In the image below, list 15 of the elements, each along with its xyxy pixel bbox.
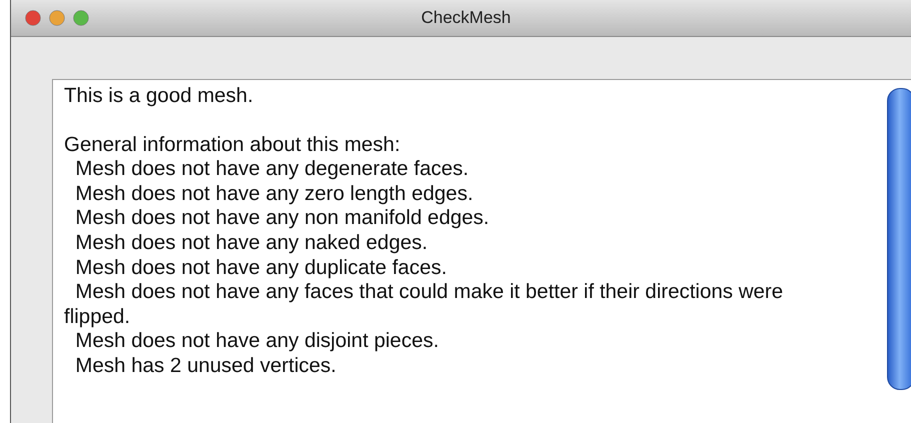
report-line: Mesh does not have any faces that could make it better if their directions were flipped. xyxy=(64,280,784,330)
report-line: Mesh does not have any degenerate faces. xyxy=(74,157,470,182)
report-line: Mesh has 2 unused vertices. xyxy=(74,354,338,379)
scrollbar-thumb[interactable] xyxy=(887,88,911,390)
report-line: Mesh does not have any disjoint pieces. xyxy=(74,329,440,354)
zoom-icon[interactable] xyxy=(73,10,89,26)
report-line: Mesh does not have any non manifold edges. xyxy=(74,206,490,231)
close-icon[interactable] xyxy=(25,10,41,26)
report-line: Mesh does not have any duplicate faces. xyxy=(74,256,448,280)
minimize-icon[interactable] xyxy=(49,10,65,26)
report-line: Mesh does not have any naked edges. xyxy=(74,230,429,256)
window-title: CheckMesh xyxy=(421,8,511,28)
report-line: This is a good mesh. xyxy=(64,84,254,109)
report-line: Mesh does not have any zero length edges. xyxy=(74,182,474,206)
report-line: General information about this mesh: xyxy=(64,132,402,158)
